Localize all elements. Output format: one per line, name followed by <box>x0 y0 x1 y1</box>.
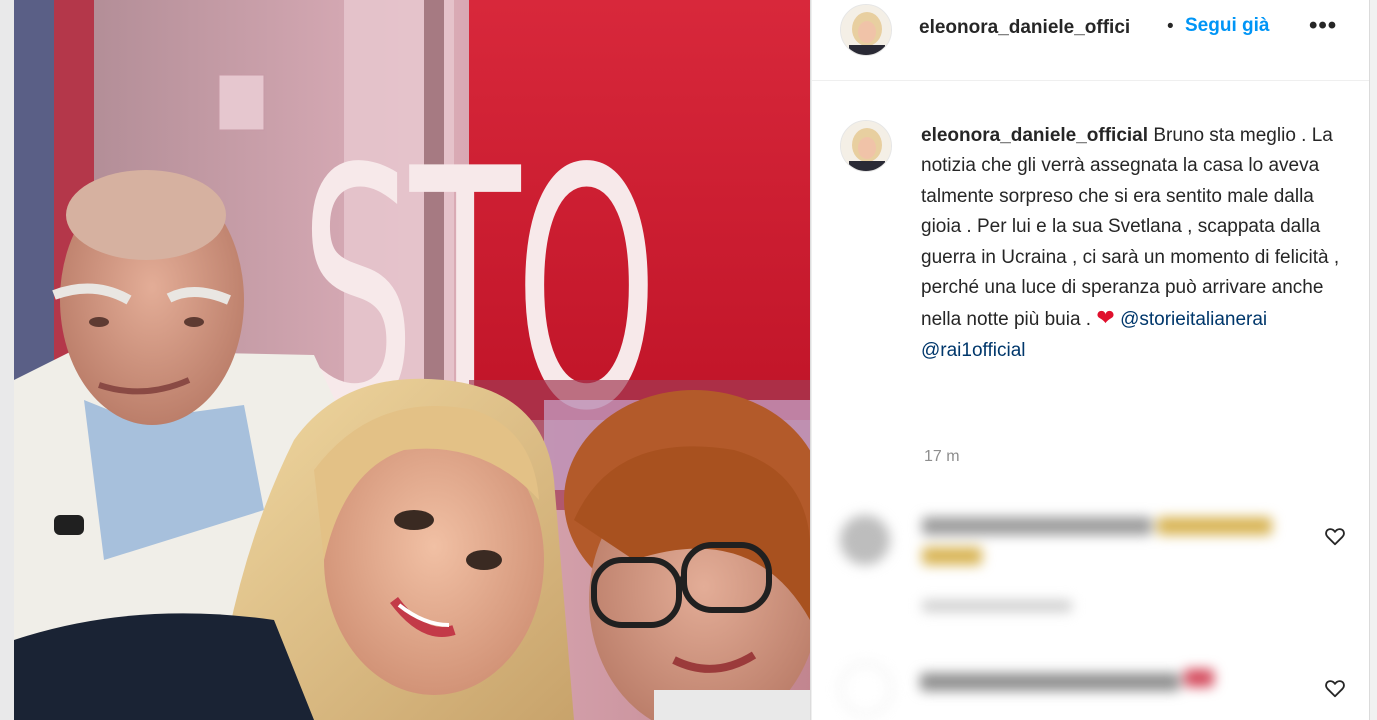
comment-item <box>812 505 1370 615</box>
mention-storieitalianerai[interactable]: @storieitalianerai <box>1120 309 1267 330</box>
blurred-meta <box>922 600 1072 612</box>
avatar <box>840 515 890 565</box>
avatar[interactable] <box>840 4 892 56</box>
post-photo[interactable]: STO <box>14 0 810 720</box>
mention-rai1official[interactable]: @rai1official <box>921 340 1025 361</box>
follow-button[interactable]: Segui già <box>1185 15 1269 37</box>
blurred-text <box>922 517 1152 535</box>
heart-outline-icon[interactable] <box>1324 525 1346 547</box>
blurred-text <box>920 673 1180 691</box>
post-caption: eleonora_daniele_official Bruno sta megl… <box>921 121 1341 366</box>
avatar <box>840 663 892 715</box>
comment-item <box>812 655 1370 720</box>
heart-emoji: ❤ <box>1096 305 1115 331</box>
window-left-border <box>0 0 15 720</box>
caption-username[interactable]: eleonora_daniele_official <box>921 125 1148 146</box>
profile-picture-icon <box>841 121 891 171</box>
post-side-panel: eleonora_daniele_offici • Segui già ••• … <box>811 0 1370 720</box>
caption-text: Bruno sta meglio . La notizia che gli ve… <box>921 125 1340 331</box>
heart-outline-icon[interactable] <box>1324 677 1346 699</box>
profile-picture-icon <box>841 5 891 55</box>
post-timestamp[interactable]: 17 m <box>924 448 960 466</box>
blurred-emoji <box>922 547 982 565</box>
more-options-icon[interactable]: ••• <box>1309 12 1337 40</box>
post-header: eleonora_daniele_offici • Segui già ••• <box>812 0 1370 81</box>
header-username[interactable]: eleonora_daniele_offici <box>919 17 1164 39</box>
caption-avatar[interactable] <box>840 120 892 172</box>
window-right-border <box>1369 0 1377 720</box>
blurred-emoji <box>1157 517 1272 535</box>
separator-dot: • <box>1167 16 1174 37</box>
selfie-image: STO <box>14 0 810 720</box>
blurred-emoji <box>1184 669 1214 687</box>
